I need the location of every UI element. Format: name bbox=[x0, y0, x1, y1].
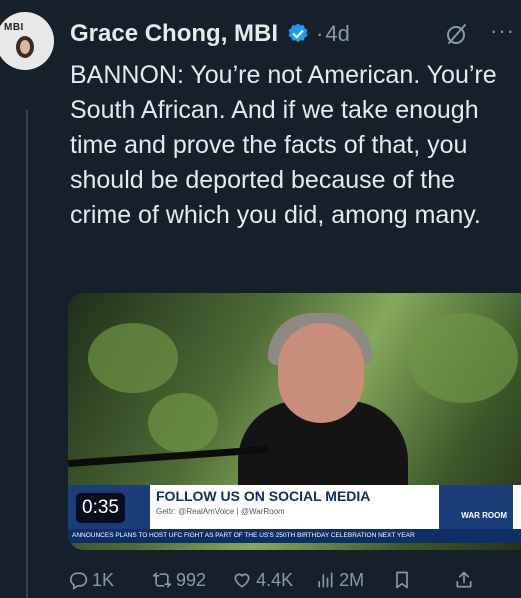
war-room-logo-text: WAR ROOM bbox=[461, 511, 507, 520]
avatar[interactable]: MBI bbox=[0, 12, 54, 70]
like-icon bbox=[234, 573, 250, 588]
grok-icon[interactable] bbox=[445, 22, 469, 46]
repost-icon bbox=[152, 572, 172, 588]
war-room-logo bbox=[439, 485, 513, 529]
thread-line bbox=[26, 110, 28, 598]
separator-dot: · bbox=[316, 21, 324, 46]
avatar-tag: MBI bbox=[4, 22, 24, 33]
news-ticker: ANNOUNCES PLANS TO HOST UFC FIGHT AS PAR… bbox=[68, 529, 521, 543]
tweet-text: BANNON: You’re not American. You’re Sout… bbox=[70, 61, 497, 229]
views-button[interactable]: 2M bbox=[315, 570, 364, 591]
avatar-face bbox=[20, 40, 30, 54]
timestamp[interactable]: 4d bbox=[325, 21, 349, 47]
views-count: 2M bbox=[339, 569, 365, 590]
foliage bbox=[148, 393, 218, 453]
repost-count: 992 bbox=[176, 569, 207, 590]
lower-third-subtitle: Gettr: @RealAmVoice | @WarRoom bbox=[156, 507, 285, 516]
reply-button[interactable]: 1K bbox=[68, 570, 114, 591]
like-count: 4.4K bbox=[256, 569, 294, 590]
verified-badge-icon bbox=[288, 23, 308, 43]
views-icon bbox=[318, 572, 333, 588]
lower-third-title: FOLLOW US ON SOCIAL MEDIA bbox=[156, 488, 371, 504]
action-bar: 1K 992 4.4K 2M bbox=[68, 566, 521, 594]
repost-button[interactable]: 992 bbox=[152, 570, 206, 591]
share-icon bbox=[456, 571, 472, 588]
video-player[interactable]: FOLLOW US ON SOCIAL MEDIA Gettr: @RealAm… bbox=[68, 293, 521, 550]
bookmark-button[interactable] bbox=[392, 570, 416, 590]
author-name[interactable]: Grace Chong, MBI bbox=[70, 20, 278, 48]
more-icon[interactable]: ··· bbox=[490, 18, 515, 44]
tweet-header: Grace Chong, MBI · 4d ··· bbox=[70, 14, 521, 54]
reply-count: 1K bbox=[92, 569, 115, 590]
foliage bbox=[88, 323, 178, 393]
speaker-face bbox=[278, 323, 364, 423]
lower-third-banner: FOLLOW US ON SOCIAL MEDIA Gettr: @RealAm… bbox=[68, 485, 521, 529]
like-button[interactable]: 4.4K bbox=[232, 570, 293, 591]
video-duration: 0:35 bbox=[76, 493, 125, 523]
bookmark-icon bbox=[396, 571, 408, 589]
reply-icon bbox=[70, 572, 88, 590]
share-button[interactable] bbox=[454, 570, 478, 590]
foliage bbox=[408, 313, 518, 403]
